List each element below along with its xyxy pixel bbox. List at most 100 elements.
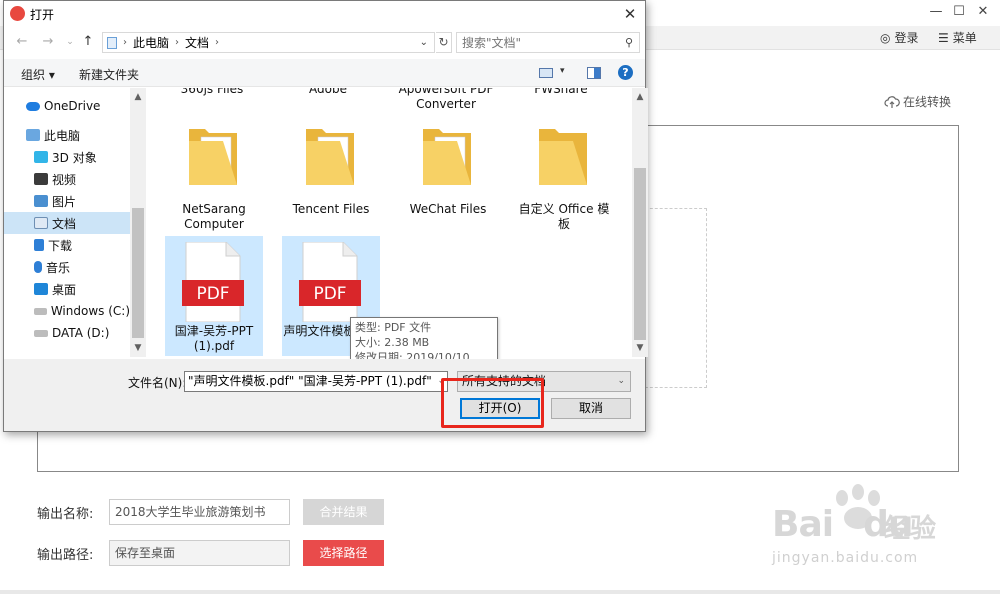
file-label: 国津-吴芳-PPT (1).pdf [174, 324, 254, 353]
online-convert-label: 在线转换 [903, 95, 952, 109]
preview-pane-icon[interactable] [587, 67, 601, 79]
folder-icon [306, 129, 354, 185]
user-icon: ◎ [880, 30, 891, 45]
file-label-partial[interactable]: 360js Files [163, 88, 261, 97]
search-icon[interactable]: ⚲ [625, 36, 633, 49]
nav-item-3d-objects[interactable]: 3D 对象 [4, 146, 130, 168]
chevron-down-icon: ⌄ [617, 376, 625, 386]
login-label: 登录 [894, 31, 919, 45]
folder-icon [539, 129, 587, 185]
folder-item[interactable]: 自定义 Office 模板 [515, 123, 613, 243]
video-icon [34, 173, 48, 185]
music-icon [34, 261, 42, 273]
nav-item-this-pc[interactable]: 此电脑 [4, 124, 130, 146]
maximize-icon[interactable]: ☐ [948, 2, 970, 22]
output-name-row: 输出名称: 2018大学生毕业旅游策划书 [37, 499, 290, 525]
folder-icon [423, 129, 471, 185]
menu-button[interactable]: ☰ 菜单 [938, 29, 977, 46]
view-options-icon[interactable] [539, 68, 553, 78]
scroll-down-icon[interactable]: ▼ [632, 341, 648, 355]
output-path-label: 输出路径: [37, 547, 94, 563]
organize-button[interactable]: 组织 ▾ [21, 66, 55, 83]
dialog-titlebar: 打开 ✕ [4, 1, 645, 27]
close-icon[interactable]: ✕ [619, 4, 641, 24]
forward-arrow-icon[interactable]: → [40, 34, 56, 50]
nav-label: 视频 [52, 172, 77, 187]
file-scrollbar[interactable]: ▲ ▼ [632, 88, 648, 357]
search-input[interactable] [462, 35, 617, 50]
nav-item-videos[interactable]: 视频 [4, 168, 130, 190]
file-label-partial[interactable]: FWShare [512, 88, 610, 97]
scroll-up-icon[interactable]: ▲ [130, 90, 146, 104]
nav-item-desktop[interactable]: 桌面 [4, 278, 130, 300]
cancel-button[interactable]: 取消 [551, 398, 631, 419]
output-name-label: 输出名称: [37, 506, 94, 522]
search-box[interactable]: ⚲ [456, 32, 640, 53]
up-arrow-icon[interactable]: ↑ [80, 34, 96, 50]
nav-item-pictures[interactable]: 图片 [4, 190, 130, 212]
help-icon[interactable]: ? [618, 65, 633, 80]
pdf-file-item[interactable]: PDF 国津-吴芳-PPT (1).pdf [165, 236, 263, 356]
cloud-sync-icon [884, 95, 900, 108]
breadcrumb-documents[interactable]: 文档 [185, 34, 209, 51]
nav-item-drive-d[interactable]: DATA (D:) [4, 322, 130, 344]
output-name-input[interactable]: 2018大学生毕业旅游策划书 [109, 499, 290, 525]
nav-label: OneDrive [44, 99, 101, 113]
scroll-down-icon[interactable]: ▼ [130, 341, 146, 355]
scroll-thumb[interactable] [634, 168, 646, 340]
new-folder-button[interactable]: 新建文件夹 [79, 66, 139, 83]
menu-label: 菜单 [952, 31, 977, 45]
folder-item[interactable]: NetSarang Computer [165, 123, 263, 243]
open-button-highlight [441, 378, 544, 428]
view-dropdown-icon[interactable]: ▾ [560, 66, 565, 76]
pdf-badge-label: PDF [313, 284, 346, 304]
navigation-pane: OneDrive 此电脑 3D 对象 视频 图片 文档 下载 音乐 桌面 Win… [4, 88, 146, 357]
scroll-thumb[interactable] [132, 208, 144, 338]
folder-item[interactable]: WeChat Files [399, 123, 497, 243]
pdf-badge-label: PDF [196, 284, 229, 304]
menu-icon: ☰ [938, 30, 949, 45]
breadcrumb-separator-icon: › [215, 37, 220, 48]
nav-item-onedrive[interactable]: OneDrive [4, 95, 130, 117]
file-label: WeChat Files [409, 202, 487, 216]
picture-icon [34, 195, 48, 207]
breadcrumb-this-pc[interactable]: 此电脑 [133, 34, 169, 51]
recent-chevron-icon[interactable]: ⌄ [62, 34, 78, 50]
file-label: 自定义 Office 模板 [518, 202, 610, 231]
nav-label: 文档 [52, 216, 77, 231]
merge-button[interactable]: 合并结果 [303, 499, 384, 525]
folder-icon [189, 129, 237, 185]
cube-icon [34, 151, 48, 163]
close-app-icon[interactable]: ✕ [972, 2, 994, 22]
address-dropdown-icon[interactable]: ⌄ [420, 37, 428, 48]
open-file-dialog: 打开 ✕ ← → ⌄ ↑ › 此电脑 › 文档 › ⌄ ↻ ⚲ 组织 ▾ 新建文… [3, 0, 648, 432]
output-path-input[interactable]: 保存至桌面 [109, 540, 290, 566]
filename-input[interactable]: "声明文件模板.pdf" "国津-吴芳-PPT (1).pdf" ⌄ [184, 371, 448, 392]
document-icon [34, 217, 48, 229]
nav-label: 下载 [48, 238, 73, 253]
nav-label: 音乐 [46, 260, 71, 275]
back-arrow-icon[interactable]: ← [14, 34, 30, 50]
login-button[interactable]: ◎ 登录 [880, 29, 919, 46]
drive-icon [34, 329, 48, 337]
desktop-icon [34, 283, 48, 295]
nav-item-music[interactable]: 音乐 [4, 256, 130, 278]
scroll-up-icon[interactable]: ▲ [632, 90, 648, 104]
file-label-partial[interactable]: Adobe [279, 88, 377, 97]
tooltip-type: 类型: PDF 文件 [355, 321, 432, 334]
folder-item[interactable]: Tencent Files [282, 123, 380, 243]
dialog-title: 打开 [30, 8, 55, 22]
online-convert-link[interactable]: 在线转换 [884, 93, 951, 110]
minimize-icon[interactable]: — [925, 2, 947, 22]
nav-label: DATA (D:) [52, 326, 110, 340]
file-label-partial[interactable]: Apowersoft PDF Converter [396, 88, 496, 112]
address-bar[interactable]: › 此电脑 › 文档 › ⌄ [102, 32, 435, 53]
nav-item-downloads[interactable]: 下载 [4, 234, 130, 256]
choose-path-button[interactable]: 选择路径 [303, 540, 384, 566]
refresh-icon[interactable]: ↻ [436, 32, 452, 53]
location-icon [107, 36, 117, 49]
nav-item-documents[interactable]: 文档 [4, 212, 130, 234]
nav-item-drive-c[interactable]: Windows (C:) [4, 300, 130, 322]
nav-scrollbar[interactable]: ▲ ▼ [130, 88, 146, 357]
file-label: NetSarang Computer [182, 202, 246, 231]
